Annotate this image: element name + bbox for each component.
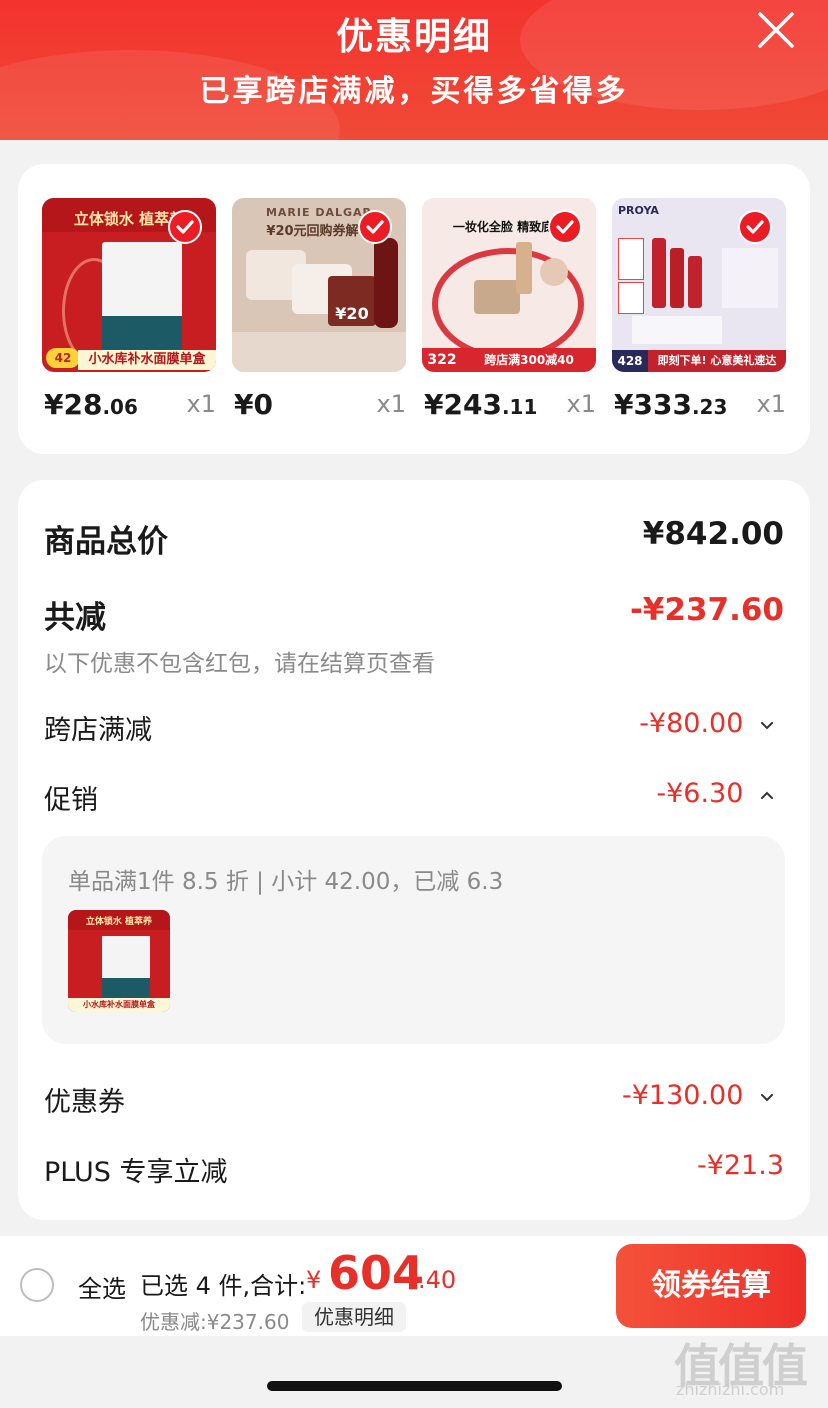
header-banner: 优惠明细 已享跨店满减，买得多省得多	[0, 0, 828, 140]
discount-amount: 优惠减:¥237.60	[140, 1310, 290, 1334]
coupon-label: 优惠券	[44, 1087, 125, 1118]
product-image[interactable]: MARIE DALGAR ¥20元回购券解锁 ¥20	[232, 198, 406, 372]
total-currency: ¥	[306, 1266, 322, 1294]
product-quantity: x1	[756, 390, 786, 418]
selected-count: 已选 4 件,合计:	[140, 1272, 307, 1300]
checked-icon[interactable]	[548, 210, 582, 244]
watermark-url: zhizhizhi.com	[676, 1380, 785, 1399]
page-subtitle: 已享跨店满减，买得多省得多	[199, 74, 629, 109]
product-price: ¥333.23	[614, 388, 728, 421]
coupon-value: -¥130.00	[622, 1080, 744, 1111]
cross-store-row[interactable]: -¥80.00	[639, 708, 776, 739]
chevron-down-icon[interactable]	[758, 1088, 776, 1106]
select-all-radio[interactable]	[20, 1268, 54, 1302]
promotion-label: 促销	[44, 785, 98, 816]
reduce-note: 以下优惠不包含红包，请在结算页查看	[44, 651, 435, 677]
checkout-bar: 全选 已选 4 件,合计: ¥ 604 .40 优惠减:¥237.60 优惠明细…	[0, 1236, 828, 1336]
page-title: 优惠明细	[336, 15, 492, 58]
cross-store-label: 跨店满减	[44, 715, 152, 746]
discount-details-card: 商品总价 ¥842.00 共减 -¥237.60 以下优惠不包含红包，请在结算页…	[18, 480, 810, 1220]
product-item[interactable]: 一妆化全脸 精致底妆 322 跨店满300减40 ¥243.11 x1	[422, 198, 596, 421]
product-quantity: x1	[376, 390, 406, 418]
checked-icon[interactable]	[168, 210, 202, 244]
product-quantity: x1	[566, 390, 596, 418]
product-item[interactable]: PROYA 428 即刻下单! 心意美礼速达 ¥333.23 x1	[612, 198, 786, 421]
close-icon[interactable]	[754, 8, 798, 52]
product-price: ¥28.06	[44, 388, 138, 421]
product-price: ¥243.11	[424, 388, 538, 421]
products-card: 立体锁水 植萃养 42 小水库补水面膜单盒 ¥28.06 x1 MARIE DA…	[18, 164, 810, 454]
checked-icon[interactable]	[738, 210, 772, 244]
home-indicator[interactable]	[267, 1381, 562, 1391]
total-decimal: .40	[418, 1266, 457, 1294]
product-quantity: x1	[186, 390, 216, 418]
chevron-up-icon[interactable]	[758, 786, 776, 804]
total-reduce-value: -¥237.60	[629, 592, 784, 628]
promotion-row[interactable]: -¥6.30	[656, 778, 776, 809]
chevron-down-icon[interactable]	[758, 716, 776, 734]
promotion-detail-box: 单品满1件 8.5 折 | 小计 42.00，已减 6.3 立体锁水 植萃养 小…	[42, 836, 785, 1044]
promotion-value: -¥6.30	[656, 778, 744, 809]
checkout-button[interactable]: 领券结算	[616, 1244, 806, 1328]
total-price-value: ¥842.00	[642, 516, 784, 552]
plus-discount-label: PLUS 专享立减	[44, 1157, 228, 1188]
product-item[interactable]: MARIE DALGAR ¥20元回购券解锁 ¥20 ¥0 x1	[232, 198, 406, 421]
plus-discount-value: -¥21.3	[696, 1150, 784, 1181]
total-reduce-label: 共减	[44, 600, 106, 636]
product-image[interactable]: 一妆化全脸 精致底妆 322 跨店满300减40	[422, 198, 596, 372]
product-image[interactable]: PROYA 428 即刻下单! 心意美礼速达	[612, 198, 786, 372]
select-all-label[interactable]: 全选	[78, 1269, 126, 1304]
discount-detail-link[interactable]: 优惠明细	[302, 1302, 406, 1332]
promotion-product-image[interactable]: 立体锁水 植萃养 小水库补水面膜单盒	[68, 910, 170, 1012]
checked-icon[interactable]	[358, 210, 392, 244]
product-item[interactable]: 立体锁水 植萃养 42 小水库补水面膜单盒 ¥28.06 x1	[42, 198, 216, 421]
total-price-label: 商品总价	[44, 524, 168, 560]
promotion-detail-text: 单品满1件 8.5 折 | 小计 42.00，已减 6.3	[68, 869, 504, 895]
cross-store-value: -¥80.00	[639, 708, 744, 739]
product-image[interactable]: 立体锁水 植萃养 42 小水库补水面膜单盒	[42, 198, 216, 372]
coupon-row[interactable]: -¥130.00	[622, 1080, 776, 1111]
product-price: ¥0	[234, 388, 273, 421]
total-amount: 604	[328, 1246, 425, 1300]
